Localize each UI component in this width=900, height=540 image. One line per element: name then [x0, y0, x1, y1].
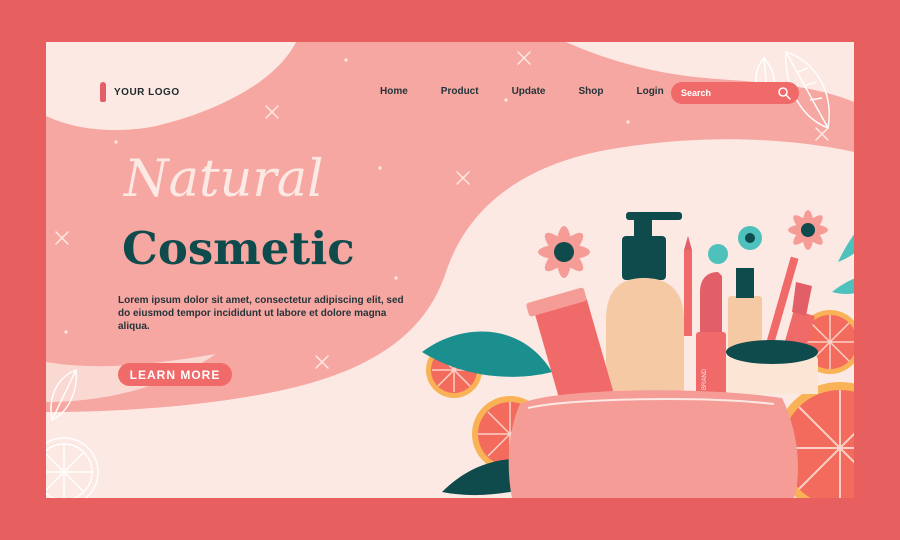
nav-login[interactable]: Login: [636, 86, 663, 97]
lipstick-logo-icon: [100, 82, 106, 102]
landing-page: YOUR LOGO Home Product Update Shop Login…: [46, 42, 854, 498]
flower-top-right: [788, 210, 828, 250]
brand-label: BRAND: [702, 368, 708, 390]
cosmetics-illustration: BRAND: [422, 210, 854, 498]
hero-description: Lorem ipsum dolor sit amet, consectetur …: [118, 295, 404, 332]
main-nav: Home Product Update Shop Login: [380, 86, 697, 97]
nav-product[interactable]: Product: [441, 86, 479, 97]
sparkle-icon: [265, 105, 279, 119]
sparkle-icon: [315, 355, 329, 369]
nav-update[interactable]: Update: [512, 86, 546, 97]
logo[interactable]: YOUR LOGO: [100, 82, 180, 102]
search-input[interactable]: Search: [671, 82, 799, 104]
sparkle-icon: [55, 231, 69, 245]
outer-frame: YOUR LOGO Home Product Update Shop Login…: [0, 0, 900, 540]
sparkle-icon: [815, 127, 829, 141]
learn-more-button[interactable]: LEARN MORE: [118, 363, 232, 386]
search-icon[interactable]: [777, 86, 791, 100]
sparkle-icon: [517, 51, 531, 65]
logo-text: YOUR LOGO: [114, 86, 180, 98]
nav-home[interactable]: Home: [380, 86, 408, 97]
hero-title-line2: Cosmetic: [122, 222, 355, 275]
hero-title-line1: Natural: [124, 150, 324, 209]
search-placeholder: Search: [681, 88, 712, 98]
nav-shop[interactable]: Shop: [578, 86, 603, 97]
flower-top-left: [538, 226, 590, 278]
